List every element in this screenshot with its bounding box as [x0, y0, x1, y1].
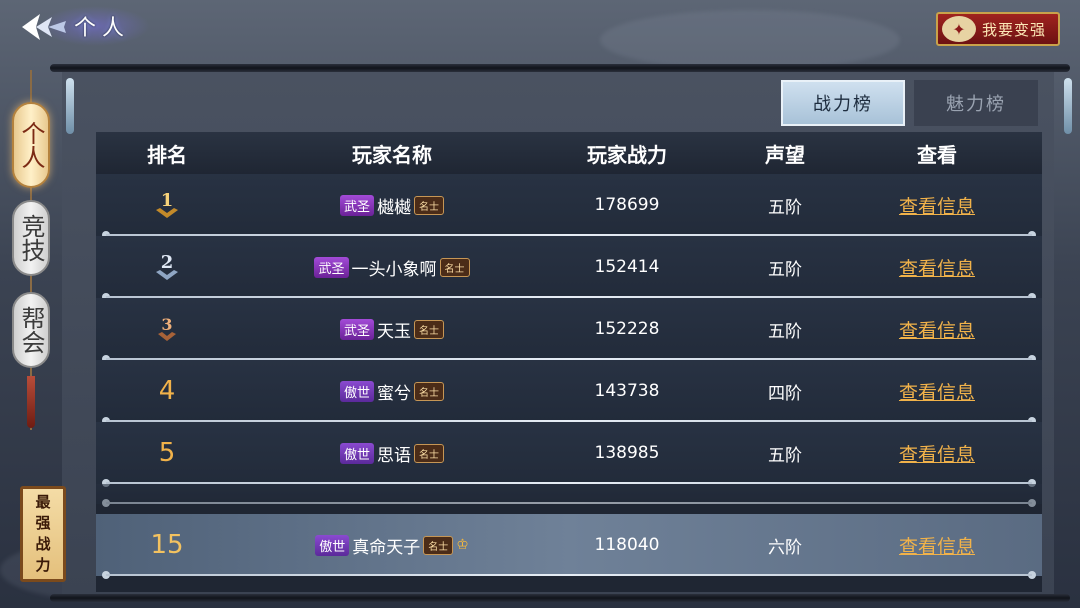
player-name: 蜜兮: [377, 383, 411, 404]
page-title: 个人: [74, 16, 131, 41]
strongest-char: 最: [35, 493, 51, 511]
player-name: 樾樾: [377, 197, 411, 218]
side-tab-label: 个人: [17, 121, 45, 169]
header-rank: 排名: [147, 142, 187, 167]
mingshi-badge: 名士: [414, 319, 444, 339]
hanger-ornament-left-icon: [66, 78, 74, 134]
player-prestige: 五阶: [768, 197, 802, 218]
player-title-badge: 武圣: [339, 318, 374, 340]
player-power: 152414: [594, 257, 660, 277]
player-prestige: 五阶: [768, 259, 802, 280]
player-prestige: 五阶: [768, 321, 802, 342]
side-tab-personal[interactable]: 个人: [12, 102, 50, 188]
player-power: 152228: [594, 319, 660, 339]
player-title-badge: 傲世: [339, 380, 374, 402]
view-info-link[interactable]: 查看信息: [899, 382, 975, 404]
view-info-link[interactable]: 查看信息: [899, 258, 975, 280]
player-title-badge: 傲世: [339, 442, 374, 464]
bronze-medal-icon: 3: [158, 315, 176, 341]
strongest-char: 强: [35, 514, 51, 532]
strongest-char: 战: [35, 535, 51, 553]
header-player-name: 玩家名称: [352, 142, 432, 167]
silver-medal-icon: 2: [156, 252, 178, 280]
player-name: 思语: [377, 445, 411, 466]
medal-rank-text: 3: [161, 315, 172, 334]
table-row: 4 傲世 蜜兮 名士 143738 四阶 查看信息: [96, 360, 1042, 425]
player-name: 天玉: [377, 321, 411, 342]
medal-rank-text: 1: [161, 190, 174, 211]
stronger-emblem-icon: ✦: [942, 16, 976, 42]
tassel-ornament-icon: [27, 376, 35, 428]
become-stronger-label: 我要变强: [982, 20, 1047, 39]
side-tab-label: 帮会: [17, 306, 45, 354]
mingshi-badge: 名士: [439, 257, 470, 277]
table-row-partial: [96, 484, 1042, 507]
mingshi-badge: 名士: [414, 443, 444, 463]
table-row: 1 武圣 樾樾 名士 178699 五阶 查看信息: [96, 174, 1042, 239]
player-power: 178699: [594, 195, 660, 215]
scroll-rod-bottom: [50, 594, 1070, 602]
tab-charm-ranking[interactable]: 魅力榜: [914, 80, 1038, 126]
player-prestige: 六阶: [768, 537, 802, 558]
hanger-ornament-right-icon: [1064, 78, 1072, 134]
player-power: 118040: [594, 535, 660, 555]
side-tab-label: 竞技: [17, 214, 45, 262]
table-row: 5 傲世 思语 名士 138985 五阶 查看信息: [96, 422, 1042, 487]
player-name: 一头小象啊: [351, 259, 437, 280]
player-title-badge: 武圣: [314, 256, 349, 278]
my-rank-row: 15 傲世 真命天子 名士 ♔ 118040 六阶 查看信息: [96, 514, 1042, 579]
ranking-table: 排名 玩家名称 玩家战力 声望 查看 1 武圣 樾樾 名士 178699 五阶 …: [96, 132, 1042, 592]
table-row: 2 武圣 一头小象啊 名士 152414 五阶 查看信息: [96, 236, 1042, 301]
strongest-char: 力: [35, 556, 51, 574]
header-player-power: 玩家战力: [587, 142, 667, 167]
player-power: 143738: [594, 381, 660, 401]
player-prestige: 四阶: [768, 383, 802, 404]
rank-number: 15: [150, 530, 184, 560]
view-info-link[interactable]: 查看信息: [899, 536, 975, 558]
bg-mist: [600, 10, 900, 70]
header-view: 查看: [917, 142, 957, 167]
tab-power-ranking[interactable]: 战力榜: [781, 80, 905, 126]
view-info-link[interactable]: 查看信息: [899, 320, 975, 342]
view-info-link[interactable]: 查看信息: [899, 196, 975, 218]
player-power: 138985: [594, 443, 660, 463]
view-info-link[interactable]: 查看信息: [899, 444, 975, 466]
player-name: 真命天子: [352, 537, 421, 558]
medal-rank-text: 2: [161, 252, 174, 273]
rank-number: 5: [158, 438, 176, 468]
header-prestige: 声望: [765, 142, 805, 167]
gold-medal-icon: 1: [156, 190, 178, 218]
player-title-badge: 武圣: [339, 194, 374, 216]
side-tab-arena[interactable]: 竞技: [12, 200, 50, 276]
player-title-badge: 傲世: [315, 534, 350, 556]
back-arrow-icon: [22, 14, 66, 40]
table-header: 排名 玩家名称 玩家战力 声望 查看: [96, 132, 1042, 174]
strongest-power-button[interactable]: 最 强 战 力: [20, 486, 66, 582]
scroll-rod-top: [50, 64, 1070, 72]
side-tab-guild[interactable]: 帮会: [12, 292, 50, 368]
back-button[interactable]: [18, 8, 70, 46]
table-row: 3 武圣 天玉 名士 152228 五阶 查看信息: [96, 298, 1042, 363]
become-stronger-button[interactable]: ✦ 我要变强: [936, 12, 1060, 46]
rank-number: 4: [158, 376, 176, 406]
mingshi-badge: 名士: [423, 535, 454, 555]
mingshi-badge: 名士: [414, 195, 444, 215]
crown-icon: ♔: [456, 537, 469, 553]
player-prestige: 五阶: [768, 445, 802, 466]
mingshi-badge: 名士: [414, 381, 444, 401]
